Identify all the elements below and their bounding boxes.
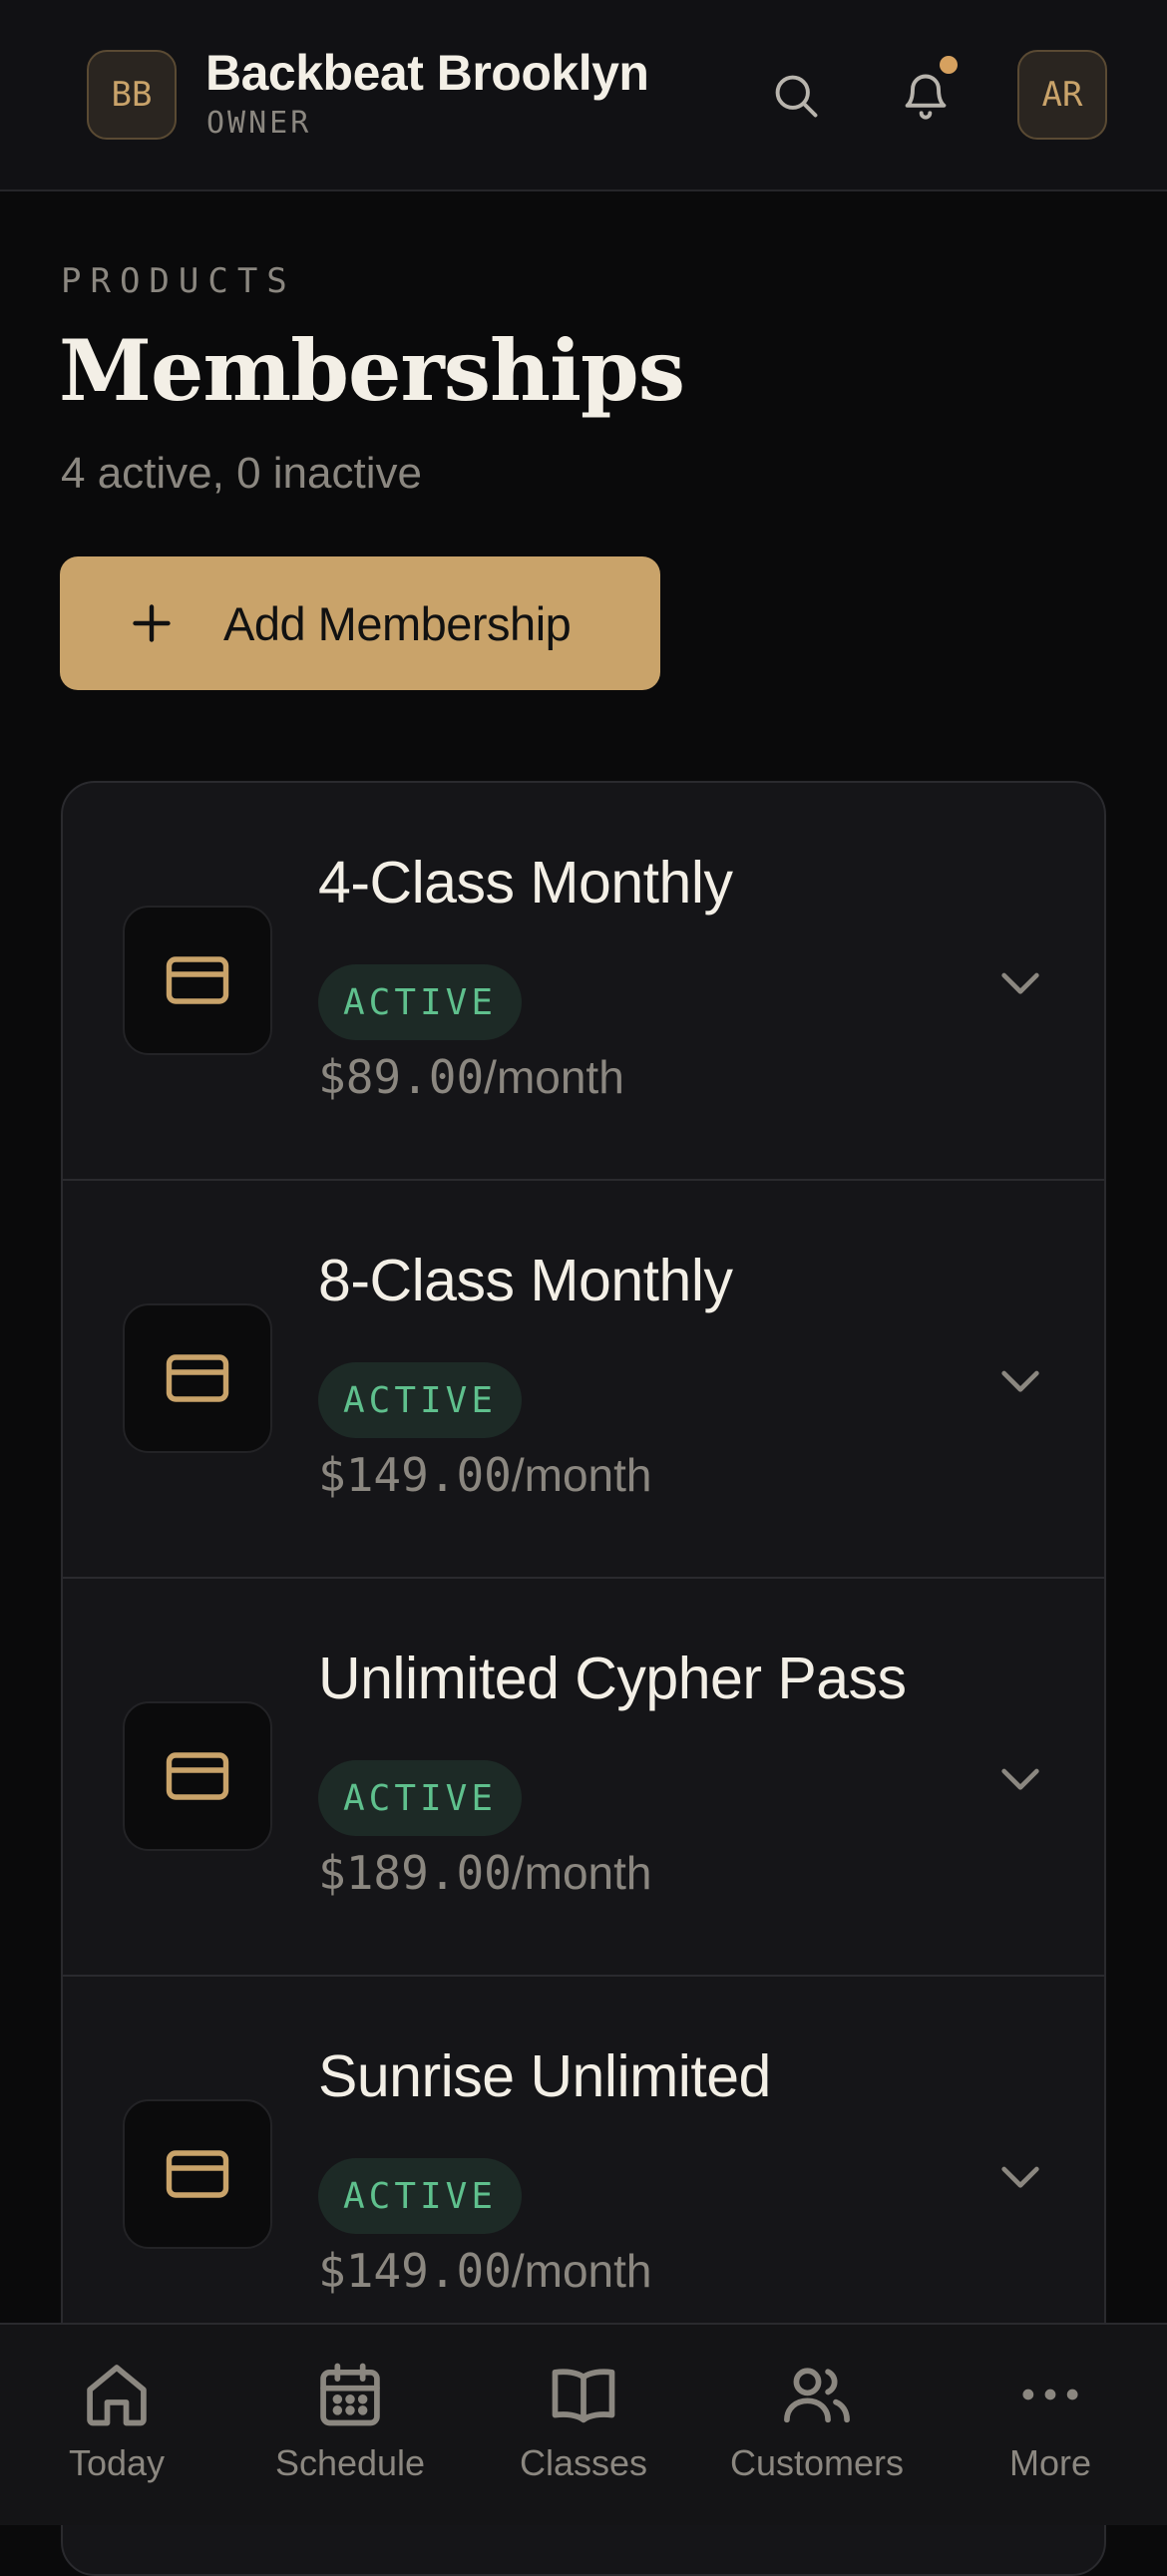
status-badge: ACTIVE (318, 1760, 522, 1836)
tab-classes[interactable]: Classes (467, 2325, 700, 2527)
membership-icon-tile (123, 1303, 272, 1453)
membership-name: Unlimited Cypher Pass (318, 1646, 907, 1711)
expand-button[interactable] (980, 942, 1060, 1022)
search-button[interactable] (756, 56, 836, 136)
membership-icon-tile (123, 906, 272, 1055)
org-role: OWNER (206, 106, 312, 141)
tab-label: Schedule (274, 2442, 426, 2483)
membership-name: 8-Class Monthly (318, 1248, 733, 1313)
add-membership-button[interactable]: Add Membership (60, 556, 660, 690)
membership-price: $189.00/month (318, 1846, 652, 1900)
add-membership-label: Add Membership (223, 596, 572, 650)
chevron-down-icon (1001, 2166, 1039, 2188)
section-eyebrow: PRODUCTS (61, 261, 296, 301)
status-badge: ACTIVE (318, 964, 522, 1040)
user-avatar[interactable]: AR (1017, 50, 1107, 140)
price-amount: $89.00 (318, 1050, 485, 1104)
calendar-icon (320, 2363, 380, 2426)
membership-price: $89.00/month (318, 1050, 624, 1104)
price-period: /month (484, 1051, 624, 1103)
credit-card-icon (166, 1354, 229, 1402)
status-badge: ACTIVE (318, 1362, 522, 1438)
plus-icon (133, 604, 171, 642)
membership-name: Sunrise Unlimited (318, 2043, 771, 2109)
tab-more[interactable]: More (934, 2325, 1167, 2527)
page-title: Memberships (59, 321, 685, 420)
price-period: /month (511, 1449, 652, 1501)
notifications-button[interactable] (886, 56, 966, 136)
chevron-down-icon (1001, 972, 1039, 994)
credit-card-icon (166, 956, 229, 1004)
bell-icon (905, 74, 947, 120)
status-badge: ACTIVE (318, 2158, 522, 2234)
org-name[interactable]: Backbeat Brooklyn (205, 44, 649, 102)
membership-icon-tile (123, 2099, 272, 2249)
tab-schedule[interactable]: Schedule (233, 2325, 467, 2527)
membership-list: 4-Class Monthly ACTIVE $89.00/month 8-Cl… (61, 781, 1106, 2576)
tab-today[interactable]: Today (0, 2325, 233, 2527)
membership-row[interactable]: Unlimited Cypher Pass ACTIVE $189.00/mon… (63, 1579, 1104, 1977)
org-initials: BB (111, 75, 153, 115)
tab-label: More (1008, 2442, 1092, 2483)
notification-dot (940, 56, 958, 74)
bottom-tab-bar: Today Schedule Classes Customers More (0, 2323, 1167, 2525)
membership-row[interactable]: 8-Class Monthly ACTIVE $149.00/month (63, 1181, 1104, 1579)
book-icon (552, 2369, 615, 2423)
price-period: /month (511, 2245, 652, 2297)
membership-price: $149.00/month (318, 2244, 652, 2298)
price-amount: $149.00 (318, 1448, 512, 1502)
credit-card-icon (166, 2150, 229, 2198)
membership-name: 4-Class Monthly (318, 850, 733, 916)
org-badge[interactable]: BB (87, 50, 177, 140)
search-icon (775, 75, 818, 118)
tab-label: Customers (729, 2442, 905, 2483)
membership-icon-tile (123, 1701, 272, 1851)
credit-card-icon (166, 1752, 229, 1800)
membership-row[interactable]: 4-Class Monthly ACTIVE $89.00/month (63, 783, 1104, 1181)
expand-button[interactable] (980, 1340, 1060, 1420)
home-icon (87, 2365, 147, 2426)
page-subtitle: 4 active, 0 inactive (61, 449, 422, 498)
membership-row[interactable]: Sunrise Unlimited ACTIVE $149.00/month (63, 1977, 1104, 2375)
top-app-bar: BB Backbeat Brooklyn OWNER AR (0, 0, 1167, 191)
membership-price: $149.00/month (318, 1448, 652, 1502)
expand-button[interactable] (980, 2136, 1060, 2216)
tab-label: Today (68, 2442, 166, 2483)
more-dots-icon (1022, 2389, 1078, 2400)
chevron-down-icon (1001, 1370, 1039, 1392)
price-amount: $149.00 (318, 2244, 512, 2298)
users-icon (784, 2368, 850, 2423)
tab-customers[interactable]: Customers (700, 2325, 934, 2527)
tab-label: Classes (519, 2442, 648, 2483)
price-amount: $189.00 (318, 1846, 512, 1900)
user-initials: AR (1041, 75, 1083, 115)
expand-button[interactable] (980, 1738, 1060, 1818)
price-period: /month (511, 1847, 652, 1899)
chevron-down-icon (1001, 1768, 1039, 1790)
